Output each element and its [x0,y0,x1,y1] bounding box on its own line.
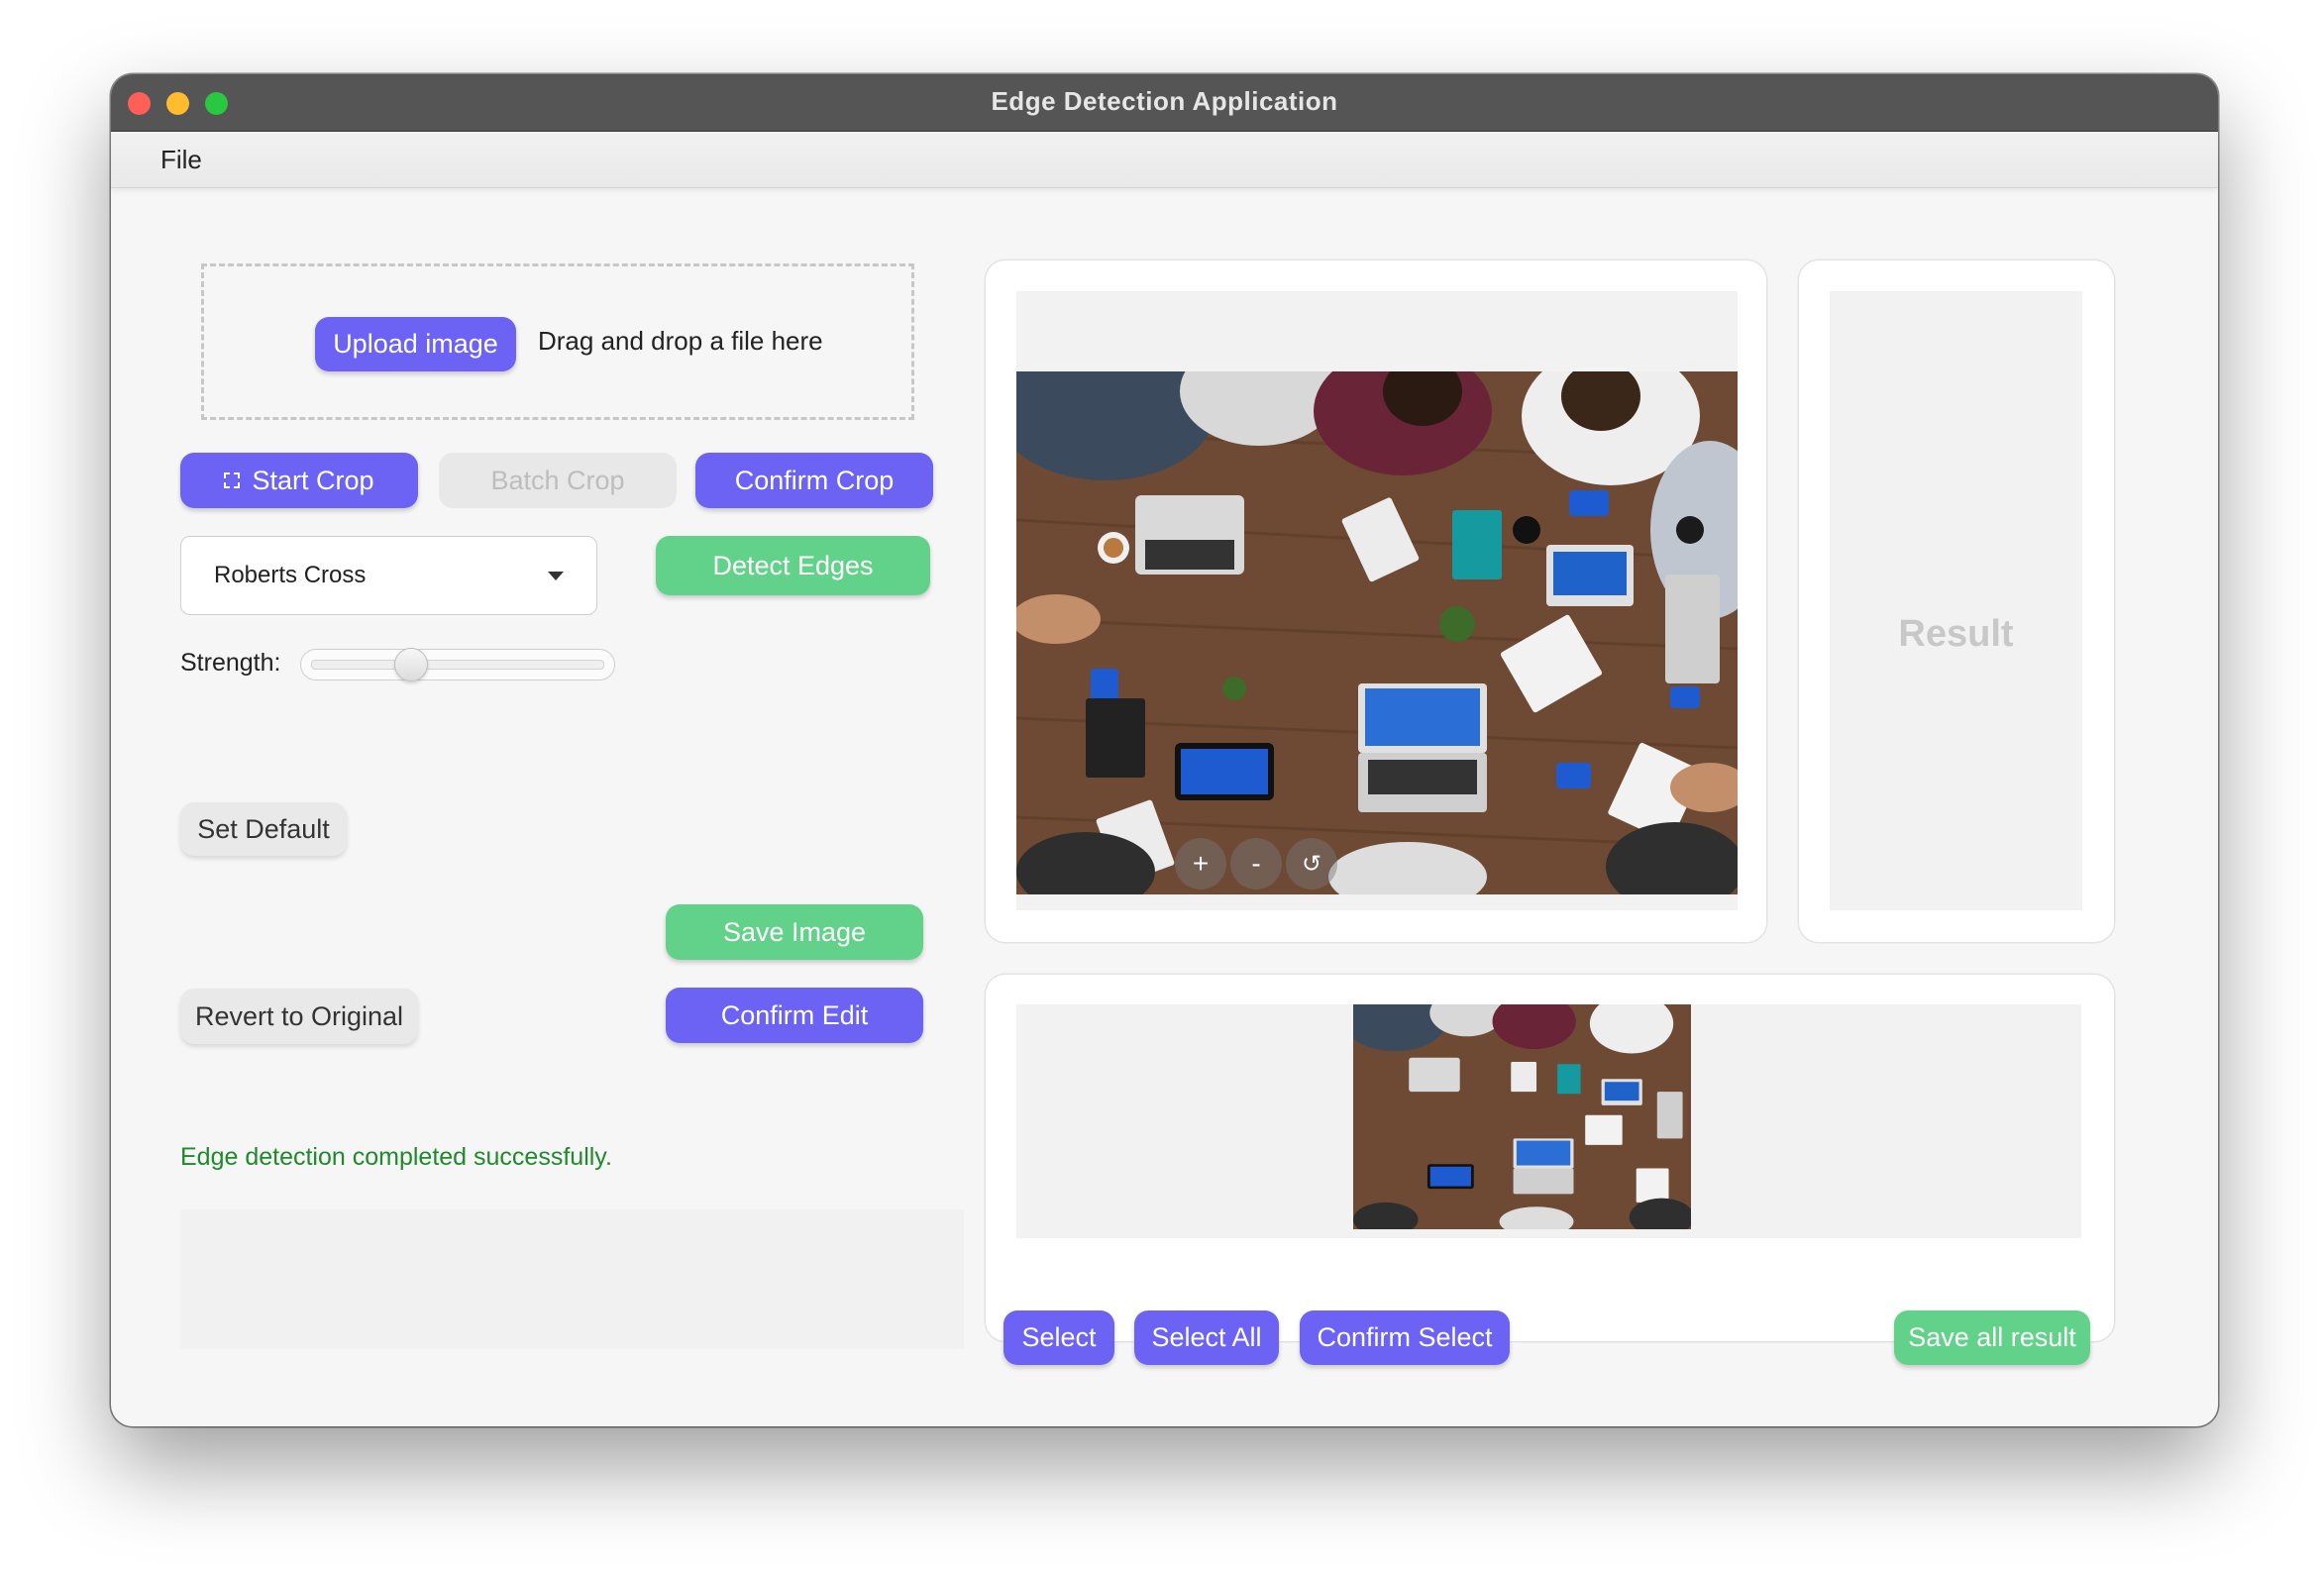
edge-method-select[interactable]: Roberts Cross [180,536,597,615]
strength-slider-track [311,660,604,670]
confirm-crop-button[interactable]: Confirm Crop [695,453,933,508]
edge-method-value: Roberts Cross [214,562,367,588]
reset-zoom-icon[interactable]: ↺ [1286,838,1337,890]
preview-image[interactable]: + - ↺ [1016,371,1738,894]
save-all-result-button[interactable]: Save all result [1894,1310,2090,1365]
crop-icon [224,472,241,488]
set-default-button[interactable]: Set Default [180,802,347,856]
select-button[interactable]: Select [1004,1310,1114,1365]
app-window: Edge Detection Application File Upload i… [111,74,2218,1426]
strength-slider[interactable] [300,649,615,681]
result-area: Result [1830,291,2082,910]
detect-edges-button[interactable]: Detect Edges [656,536,930,595]
window-title: Edge Detection Application [991,86,1338,116]
thumbnail-image[interactable] [1353,1004,1691,1229]
save-image-button[interactable]: Save Image [666,904,923,960]
strength-slider-thumb[interactable] [394,648,428,681]
drop-hint: Drag and drop a file here [538,326,823,356]
log-area [180,1209,964,1349]
start-crop-label: Start Crop [252,465,374,495]
strength-label: Strength: [180,649,281,677]
zoom-in-icon[interactable]: + [1175,838,1226,890]
thumbnail-card [986,975,2114,1341]
result-card: Result [1799,261,2114,942]
result-placeholder: Result [1898,613,2014,655]
revert-to-original-button[interactable]: Revert to Original [180,989,418,1044]
caret-down-icon [548,572,564,580]
zoom-out-icon[interactable]: - [1230,838,1282,890]
menu-bar: File [111,132,2218,188]
confirm-select-button[interactable]: Confirm Select [1300,1310,1510,1365]
title-bar: Edge Detection Application [111,74,2218,132]
status-message: Edge detection completed successfully. [180,1143,612,1171]
start-crop-button[interactable]: Start Crop [180,453,418,508]
confirm-edit-button[interactable]: Confirm Edit [666,988,923,1043]
preview-card: + - ↺ [986,261,1766,942]
select-all-button[interactable]: Select All [1134,1310,1279,1365]
batch-crop-button[interactable]: Batch Crop [439,453,677,508]
menu-file[interactable]: File [160,145,202,175]
upload-image-button[interactable]: Upload image [315,317,516,371]
